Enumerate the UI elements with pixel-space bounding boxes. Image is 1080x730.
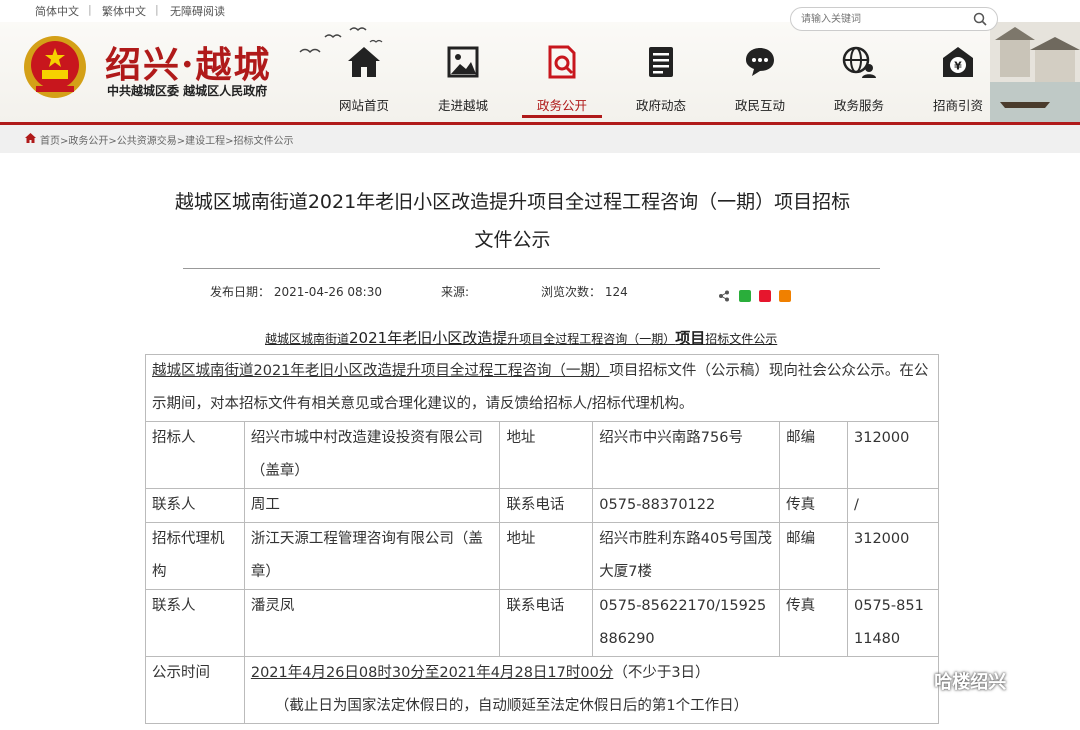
svg-text:¥: ¥	[954, 60, 962, 73]
cell-value: 绍兴市城中村改造建设投资有限公司（盖章）	[243, 421, 501, 489]
intro-project-name: 越城区城南街道2021年老旧小区改造提升项目全过程工程咨询（一期）	[152, 363, 610, 379]
table-row: 招标人 绍兴市城中村改造建设投资有限公司（盖章） 地址 绍兴市中兴南路756号 …	[145, 421, 939, 489]
nav-about[interactable]: 走进越城	[418, 22, 508, 122]
divider: |	[155, 3, 159, 16]
search-doc-icon	[548, 45, 576, 79]
chat-icon	[746, 48, 774, 76]
nav-interaction[interactable]: 政民互动	[715, 22, 805, 122]
notice-period-cell: 2021年4月26日08时30分至2021年4月28日17时00分（不少于3日）…	[243, 656, 940, 724]
home-icon	[348, 47, 380, 77]
notice-time: 2021年4月26日08时30分至2021年4月28日17时00分	[250, 665, 614, 681]
nav-home[interactable]: 网站首页	[319, 22, 409, 122]
title-line: 越城区城南街道2021年老旧小区改造提升项目全过程工程咨询（一期）项目招标	[174, 191, 851, 213]
cell-label: 联系人	[145, 488, 245, 523]
cell-value: 绍兴市胜利东路405号国茂大厦7楼	[592, 522, 781, 590]
wechat-share-icon[interactable]	[739, 289, 752, 302]
image-icon	[447, 46, 479, 78]
notice-min-days: （不少于3日）	[613, 665, 710, 681]
breadcrumb-path[interactable]: 首页>政务公开>公共资源交易>建设工程>招标文件公示	[40, 132, 294, 147]
cell-label: 联系人	[145, 589, 245, 657]
cell-value: 浙江天源工程管理咨询有限公司（盖章）	[243, 522, 501, 590]
cell-label: 传真	[779, 589, 848, 657]
watermark: 哈楼绍兴	[902, 668, 1006, 694]
cell-value: 0575-85111480	[847, 589, 939, 657]
cell-label: 招标代理机构	[145, 522, 245, 590]
nav-services[interactable]: 政务服务	[814, 22, 904, 122]
traditional-chinese-link[interactable]: 繁体中文	[102, 3, 146, 19]
table-row: 越城区城南街道2021年老旧小区改造提升项目全过程工程咨询（一期）项目招标文件（…	[145, 354, 939, 422]
share-bar	[718, 285, 794, 304]
scenery-decoration-icon	[990, 22, 1080, 122]
simplified-chinese-link[interactable]: 简体中文	[35, 3, 79, 19]
document-icon	[649, 47, 673, 77]
nav-gov-news[interactable]: 政府动态	[616, 22, 706, 122]
share-icon[interactable]	[718, 290, 730, 302]
search-input[interactable]	[801, 11, 966, 27]
weibo-share-icon[interactable]	[759, 289, 772, 302]
site-subtitle: 中共越城区委 越城区人民政府	[107, 84, 268, 98]
more-share-icon[interactable]	[779, 289, 792, 302]
nav-gov-affairs[interactable]: 政务公开	[517, 22, 607, 122]
table-row: 联系人 潘灵凤 联系电话 0575-85622170/15925886290 传…	[145, 589, 939, 657]
table-row: 联系人 周工 联系电话 0575-88370122 传真 /	[145, 488, 939, 523]
cell-label: 联系电话	[499, 589, 594, 657]
nav-label: 政务服务	[833, 98, 884, 113]
tender-info-table: 越城区城南街道2021年老旧小区改造提升项目全过程工程咨询（一期）项目招标文件（…	[145, 354, 940, 724]
intro-cell: 越城区城南街道2021年老旧小区改造提升项目全过程工程咨询（一期）项目招标文件（…	[145, 354, 939, 422]
nav-label: 走进越城	[437, 98, 488, 113]
cell-label: 邮编	[779, 522, 848, 590]
cell-label: 传真	[779, 488, 848, 523]
yuan-house-icon: ¥	[943, 47, 973, 77]
cell-value: /	[847, 488, 939, 523]
cell-value: 312000	[847, 522, 939, 590]
site-logo[interactable]: 绍兴·越城	[105, 36, 272, 88]
nav-label: 政府动态	[635, 98, 686, 113]
nav-label: 政民互动	[734, 98, 785, 113]
wechat-icon	[902, 673, 927, 693]
table-row: 招标代理机构 浙江天源工程管理咨询有限公司（盖章） 地址 绍兴市胜利东路405号…	[145, 522, 939, 590]
nav-label: 政务公开	[536, 98, 587, 113]
search-box	[790, 7, 998, 31]
accessibility-link[interactable]: 无障碍阅读	[170, 3, 225, 19]
cell-value: 0575-85622170/15925886290	[592, 589, 781, 657]
table-row: 公示时间 2021年4月26日08时30分至2021年4月28日17时00分（不…	[145, 656, 940, 724]
cell-value: 潘灵凤	[243, 589, 501, 657]
cell-label: 地址	[499, 522, 594, 590]
breadcrumb: 首页>政务公开>公共资源交易>建设工程>招标文件公示	[0, 125, 1080, 153]
cell-value: 周工	[243, 488, 501, 523]
national-emblem-icon	[24, 36, 86, 98]
publish-date: 发布日期： 2021-04-26 08:30	[210, 285, 382, 299]
cell-value: 0575-88370122	[592, 488, 781, 523]
search-icon[interactable]	[973, 12, 987, 26]
cell-label: 地址	[499, 421, 594, 489]
article-subheading: 越城区城南街道2021年老旧小区改造提升项目全过程工程咨询（一期）项目招标文件公…	[265, 329, 778, 347]
cell-value: 312000	[847, 421, 939, 489]
divider: |	[88, 3, 92, 16]
cell-label: 公示时间	[145, 656, 245, 724]
globe-user-icon	[842, 46, 876, 78]
cell-value: 绍兴市中兴南路756号	[592, 421, 781, 489]
home-icon	[25, 133, 36, 143]
article-title: 越城区城南街道2021年老旧小区改造提升项目全过程工程咨询（一期）项目招标 文件…	[140, 183, 885, 259]
view-count: 浏览次数： 124	[541, 285, 628, 299]
site-header: 绍兴·越城 中共越城区委 越城区人民政府 网站首页 走进越城 政务公开 政府动态…	[0, 22, 1080, 122]
nav-label: 网站首页	[338, 98, 389, 113]
cell-label: 邮编	[779, 421, 848, 489]
title-divider	[183, 268, 880, 269]
cell-label: 招标人	[145, 421, 245, 489]
source-label: 来源:	[441, 285, 470, 299]
title-line: 文件公示	[474, 229, 551, 251]
cell-label: 联系电话	[499, 488, 594, 523]
notice-note: （截止日为国家法定休假日的，自动顺延至法定休假日后的第1个工作日）	[274, 698, 749, 714]
